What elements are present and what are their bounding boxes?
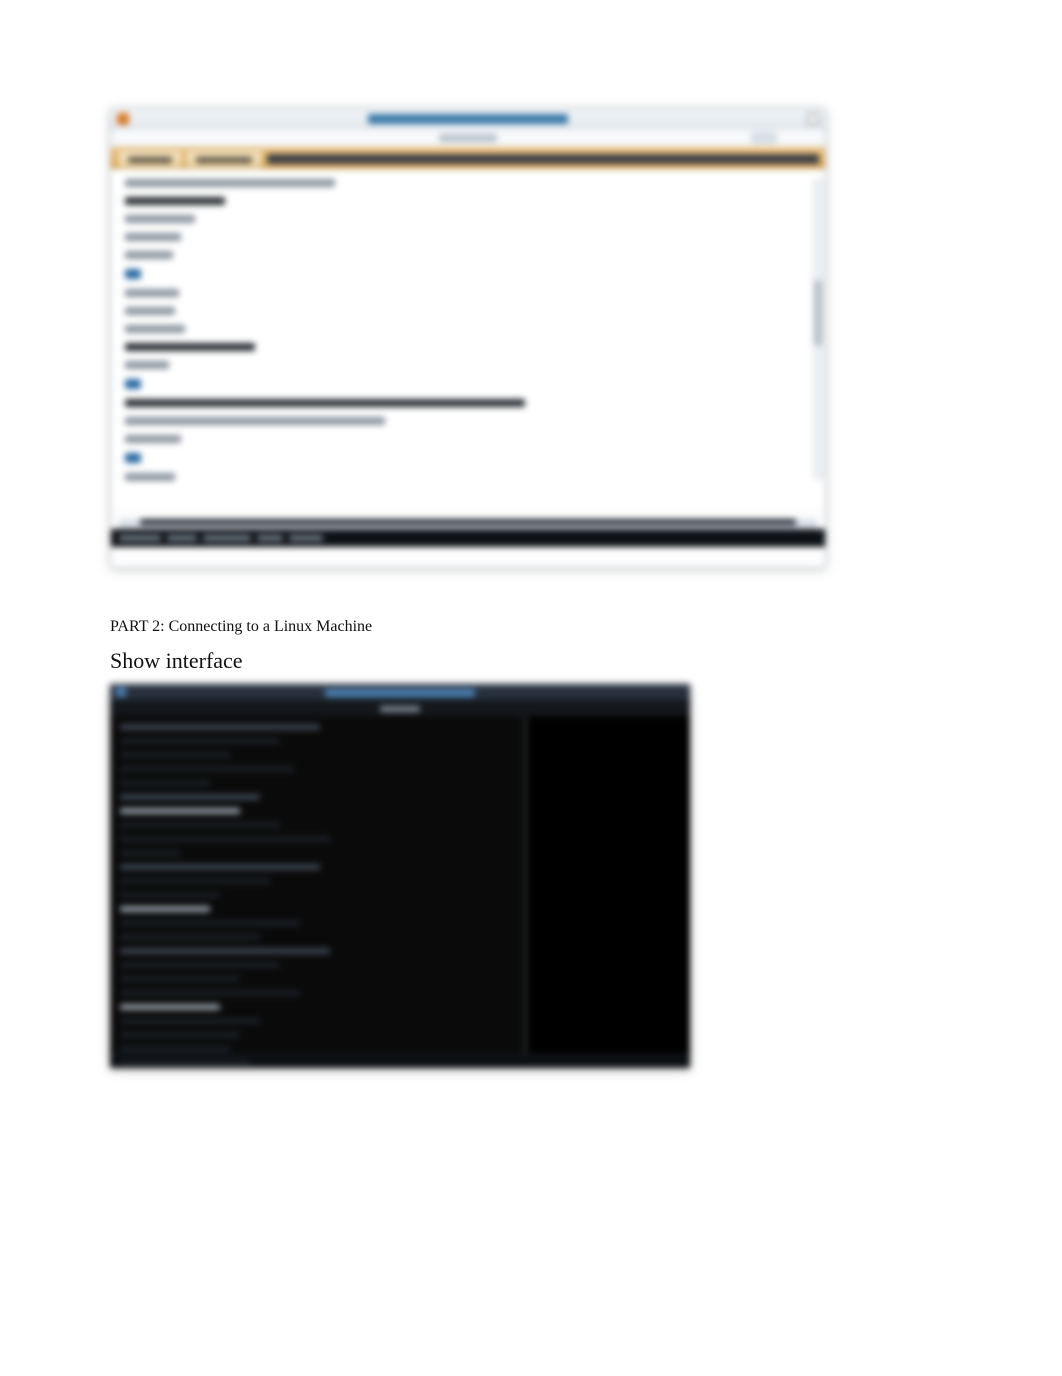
terminal-body <box>110 716 690 1054</box>
tab-label <box>128 157 172 163</box>
code-line <box>125 453 141 463</box>
code-line <box>125 435 181 443</box>
terminal-line <box>120 1004 220 1010</box>
toolbar-badge <box>751 132 777 144</box>
terminal-line <box>120 752 230 758</box>
terminal-line <box>120 1060 250 1066</box>
code-line <box>125 251 173 259</box>
scrollbar[interactable] <box>813 179 823 479</box>
screenshot-ide-window <box>110 108 826 568</box>
terminal-line <box>120 836 330 842</box>
code-line <box>125 417 385 425</box>
tab-label <box>196 157 252 163</box>
terminal-line <box>120 780 210 786</box>
window-title <box>325 689 475 697</box>
terminal-line <box>120 738 280 744</box>
terminal-line <box>120 934 260 940</box>
code-line <box>125 379 141 389</box>
app-icon <box>117 113 129 125</box>
terminal-line <box>120 878 270 884</box>
terminal-right-pane <box>530 716 690 1054</box>
window-title <box>368 114 568 124</box>
code-line <box>125 343 255 351</box>
menubar-item[interactable] <box>439 134 497 142</box>
code-line <box>125 269 141 279</box>
terminal-line <box>120 962 280 968</box>
code-line <box>125 399 525 407</box>
code-line <box>125 215 195 223</box>
code-line <box>125 233 181 241</box>
section-part-label: PART 2: Connecting to a Linux Machine <box>110 618 952 636</box>
terminal-line <box>120 794 260 800</box>
terminal-line <box>120 948 330 954</box>
terminal-line <box>120 822 280 828</box>
screenshot-terminal-window <box>110 684 690 1068</box>
app-icon <box>116 687 126 697</box>
code-line <box>125 307 175 315</box>
pane-divider[interactable] <box>524 716 526 1054</box>
terminal-tabrow <box>110 702 690 716</box>
section-subheading: Show interface <box>110 648 952 674</box>
code-line <box>125 361 169 369</box>
status-item <box>167 535 197 541</box>
window-titlebar <box>111 109 825 129</box>
terminal-line <box>120 990 300 996</box>
code-line <box>125 473 175 481</box>
terminal-tab[interactable] <box>380 706 420 712</box>
window-titlebar <box>110 684 690 702</box>
code-line <box>125 179 335 187</box>
terminal-line <box>120 864 320 870</box>
code-line <box>125 289 179 297</box>
terminal-line <box>120 1046 230 1052</box>
code-block <box>125 179 815 481</box>
terminal-line <box>120 808 240 814</box>
window-menubar <box>111 129 825 147</box>
terminal-line <box>120 724 320 730</box>
terminal-line <box>120 1018 260 1024</box>
editor-body <box>111 169 825 509</box>
terminal-line <box>120 906 210 912</box>
status-item <box>119 535 161 541</box>
code-line <box>125 197 225 205</box>
terminal-line <box>120 920 300 926</box>
tab-bar <box>111 147 825 169</box>
tab[interactable] <box>117 150 183 168</box>
tab[interactable] <box>185 150 263 168</box>
output-line <box>119 519 817 529</box>
status-bar <box>111 529 825 547</box>
terminal-line <box>120 976 240 982</box>
close-icon[interactable] <box>807 113 819 125</box>
terminal-line <box>120 850 180 856</box>
terminal-line <box>120 766 294 772</box>
scrollbar-thumb[interactable] <box>814 280 822 346</box>
tab-strip <box>267 154 819 164</box>
code-line <box>125 325 185 333</box>
status-item <box>203 535 251 541</box>
status-item <box>289 535 323 541</box>
terminal-line <box>120 1032 240 1038</box>
terminal-line <box>120 892 220 898</box>
status-item <box>257 535 283 541</box>
